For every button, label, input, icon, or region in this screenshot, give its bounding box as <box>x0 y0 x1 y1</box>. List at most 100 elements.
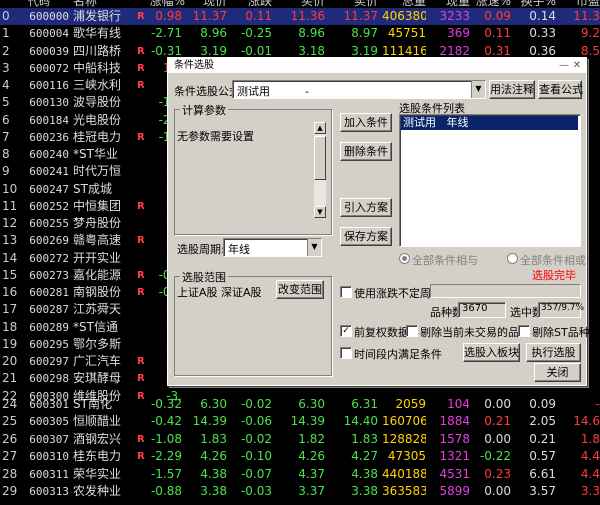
exclude-suspended-label: 剔除当前未交易的品种 <box>420 326 530 339</box>
cell-flag <box>137 146 147 163</box>
and-radio[interactable] <box>399 253 410 264</box>
cell-vol: 128828 <box>382 431 426 446</box>
cell-now: 104 <box>447 397 470 411</box>
cell-code: 600116 <box>29 79 69 92</box>
cell-bid: 4.37 <box>298 466 325 481</box>
cell-diff: -0.07 <box>240 466 272 481</box>
close-icon[interactable]: ✕ <box>571 58 583 73</box>
cell-name: 赣粤高速 <box>73 233 122 248</box>
cell-code: 600273 <box>29 268 69 282</box>
cell-name: ST成城 <box>73 181 112 196</box>
cell-price: 1.83 <box>200 431 227 446</box>
period-select[interactable]: 年线 ▼ <box>223 238 322 257</box>
cell-spd: -0.22 <box>479 449 511 464</box>
usage-notes-button[interactable]: 用法注释 <box>489 80 535 99</box>
formula-label: 条件选股公式 <box>174 85 240 98</box>
cell-code: 600241 <box>29 165 69 179</box>
view-formula-button[interactable]: 查看公式 <box>538 80 583 99</box>
cell-bid: 1.82 <box>298 431 325 446</box>
cell-chg: -2.29 <box>150 449 182 464</box>
table-row[interactable]: 27 600310 桂东电力 R -2.29 4.26 -0.10 4.26 4.27 47305… <box>0 448 600 465</box>
cell-now: 3233 <box>439 9 470 23</box>
scroll-down-icon[interactable]: ▼ <box>314 206 326 218</box>
table-row[interactable]: 26 600307 酒钢宏兴 R -1.08 1.83 -0.02 1.82 1.83 12882… <box>0 431 600 448</box>
change-range-button[interactable]: 改变范围 <box>276 280 324 299</box>
formula-value: 测试用 - <box>237 85 309 98</box>
table-row[interactable]: 24 600301 ST南化 -0.32 6.30 -0.02 6.30 6.31 2059 10… <box>0 396 600 413</box>
cell-name: 光电股份 <box>73 112 122 127</box>
save-plan-button[interactable]: 保存方案 <box>340 227 392 246</box>
cell-diff: -0.06 <box>240 414 272 429</box>
stock-screener-dialog: 条件选股 — ✕ 条件选股公式 测试用 - ▼ 用法注释 查看公式 计算参数 无… <box>167 57 590 386</box>
cell-flag <box>137 25 147 42</box>
scroll-thumb[interactable] <box>314 136 326 180</box>
cell-pe: 1.8 <box>580 431 600 446</box>
cell-name: 中船科技 <box>73 60 122 75</box>
cell-now: 1578 <box>439 431 470 446</box>
add-condition-button[interactable]: 加入条件 <box>340 113 392 132</box>
cell-name: 恒顺醋业 <box>73 414 122 429</box>
exclude-suspended-checkbox[interactable] <box>406 325 418 337</box>
cell-name: 四川路桥 <box>73 43 122 58</box>
params-scrollbar[interactable]: ▲ ▼ <box>314 122 326 218</box>
table-row[interactable]: 25 600305 恒顺醋业 -0.42 14.39 -0.06 14.39 14.40 160… <box>0 413 600 430</box>
cell-flag: R <box>137 287 145 298</box>
close-button[interactable]: 关闭 <box>534 363 581 382</box>
cell-code: 600000 <box>29 10 69 23</box>
cell-flag: R <box>137 200 145 212</box>
cell-flag: R <box>137 269 145 281</box>
prior-adjust-checkbox[interactable]: ✓ <box>340 325 352 337</box>
cell-name: *ST华业 <box>73 147 118 161</box>
cell-flag <box>137 112 147 129</box>
cell-diff: -0.02 <box>240 397 272 411</box>
time-range-label: 时间段内满足条件 <box>354 348 442 361</box>
execute-button[interactable]: 执行选股 <box>526 343 581 362</box>
table-row[interactable]: 0 600000 浦发银行 R 0.98 11.37 0.11 11.36 11.37 40638… <box>0 8 600 25</box>
use-range-checkbox[interactable] <box>340 286 352 298</box>
cell-flag <box>137 413 147 430</box>
formula-select[interactable]: 测试用 - ▼ <box>232 80 486 99</box>
cell-flag <box>137 336 147 353</box>
cell-flag <box>137 301 147 318</box>
time-range-checkbox[interactable] <box>340 347 352 359</box>
dialog-titlebar[interactable]: 条件选股 — ✕ <box>168 58 586 73</box>
condition-list[interactable]: 测试用 年线 <box>399 114 581 247</box>
use-range-label: 使用涨跌不定周期 <box>354 287 442 300</box>
table-row[interactable]: 1 600004 歌华有线 -2.71 8.96 -0.25 8.96 8.97 45751 36… <box>0 25 600 42</box>
exclude-st-checkbox[interactable] <box>518 325 530 337</box>
import-plan-button[interactable]: 引入方案 <box>340 198 392 217</box>
cell-turn: 6.61 <box>529 466 556 481</box>
or-radio[interactable] <box>507 253 518 264</box>
cell-chg: -0.42 <box>150 414 182 429</box>
cell-diff: -0.03 <box>240 484 272 498</box>
params-text: 无参数需要设置 <box>177 130 254 143</box>
delete-condition-button[interactable]: 删除条件 <box>340 142 392 161</box>
cell-flag <box>137 215 147 232</box>
cell-spd: 0.09 <box>484 9 511 23</box>
scroll-up-icon[interactable]: ▲ <box>314 122 326 134</box>
to-block-button[interactable]: 选股入板块 <box>463 343 520 362</box>
chevron-down-icon[interactable]: ▼ <box>471 81 485 98</box>
cell-code: 600295 <box>29 337 69 351</box>
period-value: 年线 <box>228 243 250 256</box>
cell-flag: R <box>137 373 145 385</box>
cell-code: 600072 <box>29 61 69 75</box>
chevron-down-icon[interactable]: ▼ <box>307 239 321 256</box>
minimize-icon[interactable]: — <box>558 58 570 73</box>
cell-pe: 9.2 <box>580 26 600 41</box>
range-text: 上证A股 深证A股 <box>177 286 262 299</box>
cell-now: 4531 <box>439 466 470 481</box>
cell-turn: 0.21 <box>529 431 556 446</box>
cell-code: 600255 <box>29 217 69 230</box>
cell-pe: 4.4 <box>580 449 600 464</box>
cell-price: 6.30 <box>200 397 227 411</box>
table-row[interactable]: 28 600311 荣华实业 -1.57 4.38 -0.07 4.37 4.38 440188… <box>0 466 600 483</box>
cell-now: 5899 <box>439 484 470 498</box>
cell-chg: -0.32 <box>150 397 182 411</box>
cell-vol: 160706 <box>382 414 426 429</box>
cell-name: 荣华实业 <box>73 466 122 481</box>
condition-list-item[interactable]: 测试用 年线 <box>401 116 578 130</box>
table-row[interactable]: 29 600313 农发种业 -0.88 3.38 -0.03 3.37 3.38 363583… <box>0 483 600 500</box>
cell-name: ST南化 <box>73 397 112 411</box>
cell-name: 嘉化能源 <box>73 267 122 282</box>
